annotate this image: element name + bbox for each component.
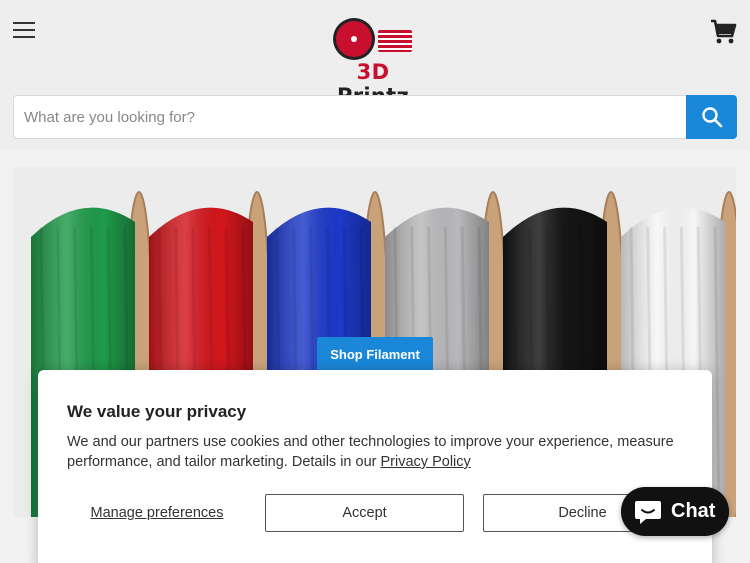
search-input[interactable] bbox=[13, 95, 687, 139]
chat-label: Chat bbox=[671, 500, 716, 522]
search-button[interactable] bbox=[686, 95, 737, 139]
privacy-policy-link[interactable]: Privacy Policy bbox=[381, 454, 471, 470]
hamburger-menu-icon[interactable] bbox=[13, 22, 37, 42]
logo-prefix: 3D bbox=[356, 60, 390, 84]
manage-preferences-button[interactable]: Manage preferences bbox=[67, 494, 247, 532]
site-logo[interactable]: 3D Printz bbox=[318, 16, 428, 108]
cookie-body: We and our partners use cookies and othe… bbox=[67, 432, 687, 472]
shopping-cart-icon[interactable] bbox=[708, 16, 738, 46]
shop-filament-button[interactable]: Shop Filament bbox=[317, 337, 433, 372]
cookie-consent-dialog: We value your privacy We and our partner… bbox=[38, 370, 712, 563]
site-header: 3D Printz bbox=[0, 0, 750, 150]
chat-button[interactable]: Chat bbox=[621, 487, 729, 536]
cookie-body-text: We and our partners use cookies and othe… bbox=[67, 434, 674, 470]
search-bar bbox=[13, 95, 737, 139]
chat-bubble-icon bbox=[635, 500, 661, 524]
accept-button[interactable]: Accept bbox=[265, 494, 464, 532]
spool-logo-icon bbox=[333, 18, 412, 60]
cookie-title: We value your privacy bbox=[67, 402, 247, 421]
search-icon bbox=[701, 107, 722, 128]
